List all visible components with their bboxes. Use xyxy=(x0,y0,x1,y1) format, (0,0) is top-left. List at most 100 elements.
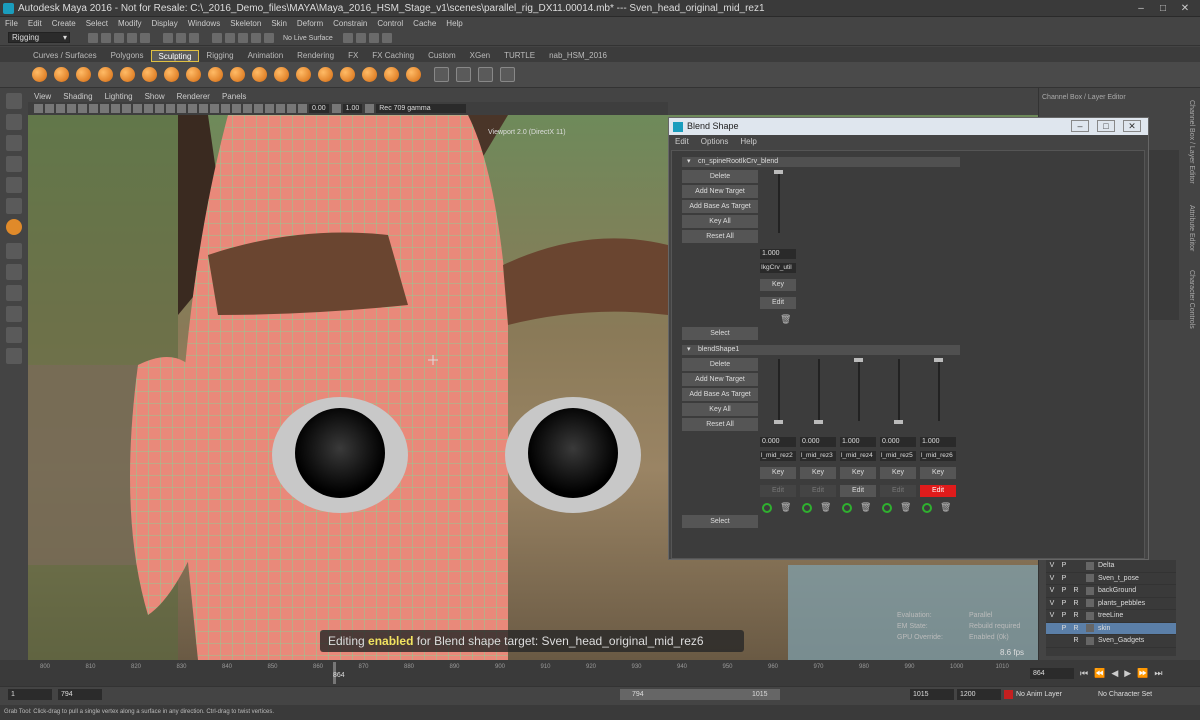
target-name-field[interactable]: l_mid_rez2 xyxy=(760,451,796,461)
depth-of-field-icon[interactable] xyxy=(254,104,263,113)
undo-icon[interactable] xyxy=(127,33,137,43)
layer-color-swatch[interactable] xyxy=(1086,624,1094,633)
render-icon[interactable] xyxy=(342,33,353,43)
add-base-as-target-button[interactable]: Add Base As Target xyxy=(682,388,758,401)
bs-maximize-icon[interactable]: □ xyxy=(1097,120,1115,132)
bs-close-icon[interactable]: ✕ xyxy=(1123,120,1141,132)
shelf-tab-xgen[interactable]: XGen xyxy=(463,50,497,62)
refresh-target-icon[interactable] xyxy=(882,503,892,513)
menu-select[interactable]: Select xyxy=(81,17,113,30)
layer-row[interactable]: V P Rplants_pebbles xyxy=(1046,598,1176,610)
slider-handle[interactable] xyxy=(774,420,783,424)
add-new-target-button[interactable]: Add New Target xyxy=(682,373,758,386)
refresh-target-icon[interactable] xyxy=(842,503,852,513)
isolate-select-icon[interactable] xyxy=(265,104,274,113)
sculpt-layers-icon[interactable] xyxy=(456,67,471,82)
spray-brush-icon[interactable] xyxy=(186,67,201,82)
resolution-gate-icon[interactable] xyxy=(100,104,109,113)
layer-row[interactable]: V P Sven_t_pose xyxy=(1046,573,1176,585)
persp-graph-layout-icon[interactable] xyxy=(6,306,22,322)
foamy-brush-icon[interactable] xyxy=(164,67,179,82)
menu-help[interactable]: Help xyxy=(441,17,467,30)
playback-start-field[interactable]: 794 xyxy=(58,689,102,700)
menu-cache[interactable]: Cache xyxy=(408,17,441,30)
target-weight-slider[interactable] xyxy=(898,359,900,421)
shelf-tab-curves[interactable]: Curves / Surfaces xyxy=(26,50,104,62)
trash-icon[interactable]: 🗑 xyxy=(780,503,791,512)
refresh-target-icon[interactable] xyxy=(922,503,932,513)
wireframe-icon[interactable] xyxy=(155,104,164,113)
anim-layer-icon[interactable] xyxy=(1004,690,1013,699)
trash-icon[interactable]: 🗑 xyxy=(860,503,871,512)
smooth-shade-icon[interactable] xyxy=(166,104,175,113)
snap-curve-icon[interactable] xyxy=(225,33,235,43)
step-back-key-icon[interactable]: ⏪ xyxy=(1094,668,1105,679)
target-weight-slider[interactable] xyxy=(858,359,860,421)
anim-layer-dropdown[interactable]: No Anim Layer xyxy=(1016,689,1062,700)
target-name-field[interactable]: l_mid_rez6 xyxy=(920,451,956,461)
refresh-target-icon[interactable] xyxy=(802,503,812,513)
target-edit-button[interactable]: Edit xyxy=(760,297,796,309)
target-key-button[interactable]: Key xyxy=(840,467,876,479)
reset-all-button[interactable]: Reset All xyxy=(682,418,758,431)
render-settings-icon[interactable] xyxy=(368,33,379,43)
relax-brush-icon[interactable] xyxy=(76,67,91,82)
grab-brush-icon[interactable] xyxy=(98,67,113,82)
bookmark-icon[interactable] xyxy=(56,104,65,113)
exposure-icon[interactable] xyxy=(298,104,307,113)
knife-brush-icon[interactable] xyxy=(318,67,333,82)
layer-r-toggle[interactable]: R xyxy=(1070,637,1082,644)
delete-button[interactable]: Delete xyxy=(682,170,758,183)
menu-deform[interactable]: Deform xyxy=(292,17,328,30)
target-weight-field[interactable]: 0.000 xyxy=(800,437,836,447)
target-edit-button[interactable]: Edit xyxy=(880,485,916,497)
stamp-icon[interactable] xyxy=(500,67,515,82)
layer-p-toggle[interactable]: P xyxy=(1058,600,1070,607)
live-surface-label[interactable]: No Live Surface xyxy=(283,35,333,42)
step-back-frame-icon[interactable]: ◀ xyxy=(1111,668,1118,679)
vp-menu-panels[interactable]: Panels xyxy=(216,91,252,102)
close-icon[interactable]: ✕ xyxy=(1176,2,1194,15)
select-button[interactable]: Select xyxy=(682,515,758,528)
layer-p-toggle[interactable]: P xyxy=(1058,625,1070,632)
vp-menu-lighting[interactable]: Lighting xyxy=(99,91,139,102)
layer-row[interactable]: V P RbackGround xyxy=(1046,585,1176,598)
bs-menu-edit[interactable]: Edit xyxy=(669,135,695,148)
shelf-tab-nab-hsm[interactable]: nab_HSM_2016 xyxy=(542,50,614,62)
grid-icon[interactable] xyxy=(78,104,87,113)
shelf-tab-sculpting[interactable]: Sculpting xyxy=(150,49,200,62)
shelf-tab-rendering[interactable]: Rendering xyxy=(290,50,341,62)
exposure-field[interactable]: 0.00 xyxy=(309,104,329,113)
vp-menu-renderer[interactable]: Renderer xyxy=(171,91,216,102)
bs-menu-help[interactable]: Help xyxy=(734,135,762,148)
character-set-dropdown[interactable]: No Character Set xyxy=(1098,689,1152,700)
add-new-target-button[interactable]: Add New Target xyxy=(682,185,758,198)
bs-minimize-icon[interactable]: – xyxy=(1071,120,1089,132)
layer-color-swatch[interactable] xyxy=(1086,561,1094,570)
grab-tool-icon[interactable] xyxy=(6,219,22,235)
vp-menu-show[interactable]: Show xyxy=(139,91,171,102)
wireframe-on-shaded-icon[interactable] xyxy=(177,104,186,113)
amplify-brush-icon[interactable] xyxy=(384,67,399,82)
go-to-start-icon[interactable]: ⏮ xyxy=(1080,668,1088,679)
layer-r-toggle[interactable]: R xyxy=(1070,612,1082,619)
shadows-icon[interactable] xyxy=(210,104,219,113)
target-edit-button[interactable]: Edit xyxy=(760,485,796,497)
flatten-brush-icon[interactable] xyxy=(142,67,157,82)
fill-brush-icon[interactable] xyxy=(296,67,311,82)
target-weight-slider[interactable] xyxy=(938,359,940,421)
menu-skin[interactable]: Skin xyxy=(266,17,292,30)
target-weight-field[interactable]: 1.000 xyxy=(760,249,796,259)
anti-aliasing-icon[interactable] xyxy=(243,104,252,113)
blend-node-header[interactable]: cn_spineRootIkCrv_blend xyxy=(682,157,960,167)
open-scene-icon[interactable] xyxy=(101,33,111,43)
target-edit-button[interactable]: Edit xyxy=(840,485,876,497)
target-name-field[interactable]: l_mid_rez4 xyxy=(840,451,876,461)
menu-file[interactable]: File xyxy=(0,17,23,30)
start-time-field[interactable]: 1 xyxy=(8,689,52,700)
layer-v-toggle[interactable]: V xyxy=(1046,612,1058,619)
shelf-tab-turtle[interactable]: TURTLE xyxy=(497,50,542,62)
trash-icon[interactable]: 🗑 xyxy=(900,503,911,512)
current-frame-field[interactable]: 864 xyxy=(1030,668,1074,679)
menu-modify[interactable]: Modify xyxy=(113,17,147,30)
